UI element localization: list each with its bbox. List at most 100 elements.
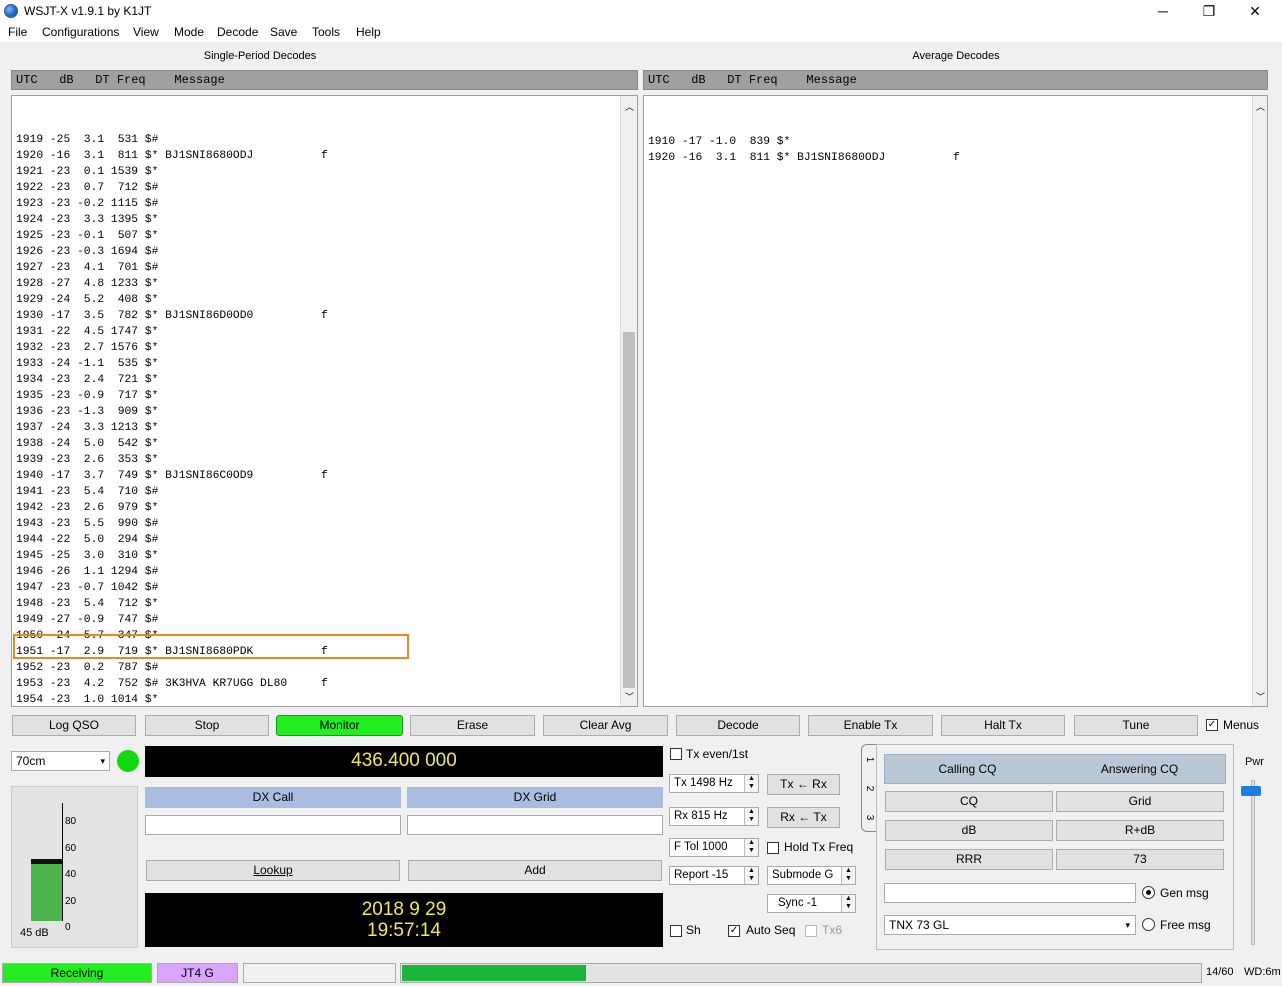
enable-tx-button[interactable]: Enable Tx [808, 715, 933, 736]
scroll-thumb[interactable] [623, 332, 635, 688]
erase-button[interactable]: Erase [410, 715, 535, 736]
clear-avg-button[interactable]: Clear Avg [543, 715, 668, 736]
report-spinbox[interactable]: Report -15 ▲ ▼ [669, 866, 759, 885]
decode-row[interactable]: 1928 -27 4.8 1233 $* [16, 276, 637, 292]
decode-row[interactable]: 1935 -23 -0.9 717 $* [16, 388, 637, 404]
rdb-button[interactable]: R+dB [1056, 820, 1224, 841]
decode-row[interactable]: 1939 -23 2.6 353 $* [16, 452, 637, 468]
spin-arrows-icon[interactable]: ▲ ▼ [841, 895, 855, 912]
decode-row[interactable]: 1920 -16 3.1 811 $* BJ1SNI8680ODJ f [648, 150, 1267, 166]
decode-row[interactable]: 1949 -27 -0.9 747 $# [16, 612, 637, 628]
decode-row[interactable]: 1932 -23 2.7 1576 $* [16, 340, 637, 356]
decode-row[interactable]: 1927 -23 4.1 701 $# [16, 260, 637, 276]
menus-checkbox[interactable]: ✓ [1206, 719, 1218, 731]
decode-row[interactable]: 1947 -23 -0.7 1042 $# [16, 580, 637, 596]
grid-button[interactable]: Grid [1056, 791, 1224, 812]
menu-help[interactable]: Help [356, 24, 381, 42]
rig-status-led[interactable] [117, 750, 139, 772]
spin-arrows-icon[interactable]: ▲ ▼ [744, 867, 758, 884]
log-qso-button[interactable]: Log QSO [12, 715, 136, 736]
decode-row[interactable]: 1925 -23 -0.1 507 $* [16, 228, 637, 244]
sh-checkbox[interactable] [670, 925, 682, 937]
free-msg-select[interactable]: TNX 73 GL ▾ [884, 915, 1136, 935]
rx-from-tx-button[interactable]: Rx ← Tx [767, 807, 840, 828]
lookup-button[interactable]: Lookup [146, 860, 400, 881]
decode-row[interactable]: 1942 -23 2.6 979 $* [16, 500, 637, 516]
decode-row[interactable]: 1954 -23 1.0 1014 $* [16, 692, 637, 706]
halt-tx-button[interactable]: Halt Tx [941, 715, 1065, 736]
single-period-decodes-pane[interactable]: 1919 -25 3.1 531 $# 1920 -16 3.1 811 $* B… [11, 95, 638, 707]
sync-spinbox[interactable]: Sync -1 ▲ ▼ [767, 894, 856, 913]
decode-row[interactable]: 1933 -24 -1.1 535 $* [16, 356, 637, 372]
spin-arrows-icon[interactable]: ▲ ▼ [744, 839, 758, 856]
decode-row[interactable]: 1921 -23 0.1 1539 $* [16, 164, 637, 180]
tx-freq-spinbox[interactable]: Tx 1498 Hz ▲ ▼ [669, 774, 759, 793]
dx-call-input[interactable] [145, 815, 401, 835]
gen-msg-radio[interactable] [1142, 886, 1155, 899]
dx-grid-input[interactable] [407, 815, 663, 835]
decode-row[interactable]: 1910 -17 -1.0 839 $* [648, 134, 1267, 150]
decode-row[interactable]: 1940 -17 3.7 749 $* BJ1SNI86C0OD9 f [16, 468, 637, 484]
auto-seq-checkbox[interactable]: ✓ [728, 925, 740, 937]
decode-row[interactable]: 1941 -23 5.4 710 $# [16, 484, 637, 500]
decode-row[interactable]: 1945 -25 3.0 310 $* [16, 548, 637, 564]
decode-row[interactable]: 1937 -24 3.3 1213 $* [16, 420, 637, 436]
tx-even-checkbox[interactable] [670, 748, 682, 760]
ftol-spinbox[interactable]: F Tol 1000 ▲ ▼ [669, 838, 759, 857]
tx-from-rx-button[interactable]: Tx ← Rx [767, 774, 840, 795]
maximize-icon[interactable]: ❐ [1186, 0, 1232, 24]
menu-save[interactable]: Save [270, 24, 297, 42]
band-select[interactable]: 70cm ▾ [11, 751, 110, 771]
decode-row[interactable]: 1952 -23 0.2 787 $# [16, 660, 637, 676]
decode-row[interactable]: 1936 -23 -1.3 909 $* [16, 404, 637, 420]
menu-mode[interactable]: Mode [174, 24, 204, 42]
decode-row[interactable]: 1919 -25 3.1 531 $# [16, 132, 637, 148]
power-slider-handle[interactable] [1241, 786, 1261, 796]
scroll-down-icon[interactable]: ﹀ [625, 690, 634, 703]
db-button[interactable]: dB [885, 820, 1053, 841]
average-decodes-pane[interactable]: 1910 -17 -1.0 839 $* 1920 -16 3.1 811 $* … [643, 95, 1268, 707]
decode-row[interactable]: 1926 -23 -0.3 1694 $# [16, 244, 637, 260]
73-button[interactable]: 73 [1056, 849, 1224, 870]
spin-arrows-icon[interactable]: ▲ ▼ [744, 808, 758, 825]
decode-row[interactable]: 1931 -22 4.5 1747 $* [16, 324, 637, 340]
rx-freq-spinbox[interactable]: Rx 815 Hz ▲ ▼ [669, 807, 759, 826]
scroll-down-icon[interactable]: ﹀ [1256, 690, 1265, 703]
decode-row[interactable]: 1920 -16 3.1 811 $* BJ1SNI8680ODJ f [16, 148, 637, 164]
decode-button[interactable]: Decode [676, 715, 800, 736]
free-msg-radio[interactable] [1142, 918, 1155, 931]
menu-view[interactable]: View [133, 24, 159, 42]
single-period-scrollbar[interactable]: ︿ ﹀ [620, 96, 637, 706]
menu-tools[interactable]: Tools [312, 24, 340, 42]
decode-row[interactable]: 1934 -23 2.4 721 $* [16, 372, 637, 388]
spin-arrows-icon[interactable]: ▲ ▼ [744, 775, 758, 792]
stop-button[interactable]: Stop [145, 715, 269, 736]
add-button[interactable]: Add [408, 860, 662, 881]
menu-configurations[interactable]: Configurations [42, 24, 119, 42]
cq-button[interactable]: CQ [885, 791, 1053, 812]
decode-row[interactable]: 1944 -22 5.0 294 $# [16, 532, 637, 548]
submode-spinbox[interactable]: Submode G ▲ ▼ [767, 866, 856, 885]
average-scrollbar[interactable]: ︿ ﹀ [1252, 96, 1267, 706]
decode-row[interactable]: 1922 -23 0.7 712 $# [16, 180, 637, 196]
menu-file[interactable]: File [8, 24, 27, 42]
close-icon[interactable]: ✕ [1232, 0, 1278, 24]
minimize-icon[interactable]: ─ [1140, 0, 1186, 24]
spin-arrows-icon[interactable]: ▲ ▼ [841, 867, 855, 884]
gen-msg-input[interactable] [884, 883, 1136, 903]
decode-row[interactable]: 1946 -26 1.1 1294 $# [16, 564, 637, 580]
tune-button[interactable]: Tune [1074, 715, 1198, 736]
scroll-up-icon[interactable]: ︿ [625, 100, 634, 113]
scroll-up-icon[interactable]: ︿ [1256, 100, 1265, 113]
hold-tx-freq-checkbox[interactable] [767, 842, 779, 854]
monitor-button[interactable]: Monitor [276, 715, 403, 736]
menu-decode[interactable]: Decode [217, 24, 258, 42]
decode-row[interactable]: 1929 -24 5.2 408 $* [16, 292, 637, 308]
decode-row[interactable]: 1938 -24 5.0 542 $* [16, 436, 637, 452]
decode-row[interactable]: 1923 -23 -0.2 1115 $# [16, 196, 637, 212]
power-slider-track[interactable] [1251, 780, 1255, 945]
decode-row[interactable]: 1924 -23 3.3 1395 $* [16, 212, 637, 228]
rrr-button[interactable]: RRR [885, 849, 1053, 870]
decode-row[interactable]: 1930 -17 3.5 782 $* BJ1SNI86D0OD0 f [16, 308, 637, 324]
tx6-checkbox[interactable] [805, 925, 817, 937]
